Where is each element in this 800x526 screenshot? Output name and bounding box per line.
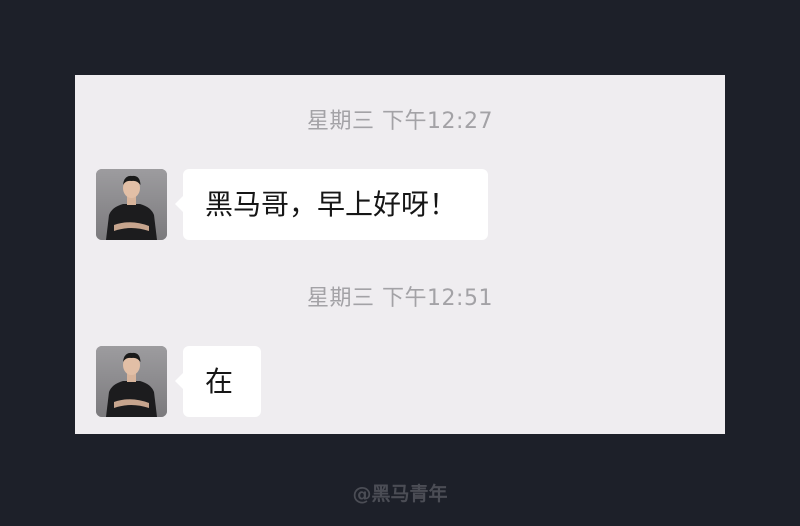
message-bubble[interactable]: 在 <box>175 346 261 417</box>
person-photo-icon <box>96 346 167 417</box>
person-photo-icon <box>96 169 167 240</box>
watermark: @黑马青年 <box>352 483 448 505</box>
avatar[interactable] <box>96 346 167 417</box>
chat-panel: 星期三 下午12:27 黑马哥，早上好呀！ 星期三 下午12:51 在 <box>75 75 725 434</box>
message-bubble[interactable]: 黑马哥，早上好呀！ <box>175 169 488 240</box>
message-timestamp: 星期三 下午12:51 <box>307 286 493 311</box>
avatar[interactable] <box>96 169 167 240</box>
message-timestamp: 星期三 下午12:27 <box>307 109 493 134</box>
